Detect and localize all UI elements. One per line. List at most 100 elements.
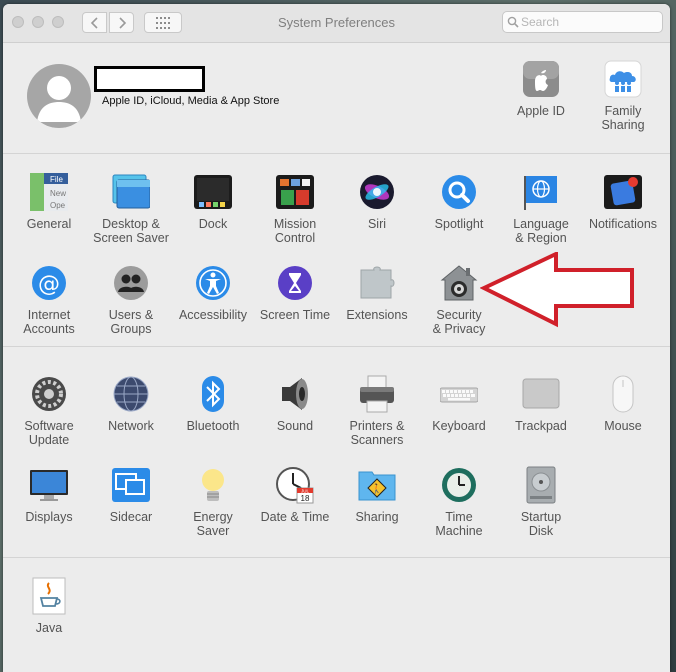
- network-icon: [112, 375, 150, 413]
- security-privacy-icon: [440, 264, 478, 302]
- search-input[interactable]: [521, 14, 656, 30]
- java-icon: [30, 577, 68, 615]
- pref-internet-accounts[interactable]: @ Internet Accounts: [8, 264, 90, 336]
- title-bar: System Preferences: [3, 4, 670, 43]
- pref-label: Family Sharing: [601, 104, 645, 132]
- pref-label: Notifications: [588, 217, 658, 231]
- notifications-icon: [604, 173, 642, 211]
- pref-label: Mission Control: [273, 217, 317, 245]
- sidecar-icon: [112, 466, 150, 504]
- pref-label: Software Update: [24, 419, 74, 447]
- general-file-text: File: [50, 175, 63, 184]
- pref-siri[interactable]: Siri: [336, 173, 418, 231]
- pref-label: Date & Time: [260, 510, 330, 524]
- pref-keyboard[interactable]: Keyboard: [418, 375, 500, 433]
- date-time-icon: JUL 18: [276, 466, 314, 504]
- pref-label: Mouse: [604, 419, 642, 433]
- pref-label: Displays: [25, 510, 73, 524]
- pref-startup-disk[interactable]: Startup Disk: [500, 466, 582, 538]
- pref-label: Users & Groups: [108, 308, 154, 336]
- section-divider: [3, 557, 670, 558]
- time-machine-icon: [440, 466, 478, 504]
- extensions-icon: [358, 264, 396, 302]
- pref-software-update[interactable]: Software Update: [8, 375, 90, 447]
- pref-label: Dock: [198, 217, 228, 231]
- mouse-icon: [604, 375, 642, 413]
- calendar-day-text: 18: [301, 494, 310, 503]
- printers-scanners-icon: [358, 375, 396, 413]
- pref-displays[interactable]: Displays: [8, 466, 90, 524]
- general-icon: File New Ope: [30, 173, 68, 211]
- sound-icon: [276, 375, 314, 413]
- pref-energy-saver[interactable]: Energy Saver: [172, 466, 254, 538]
- pref-label: Spotlight: [434, 217, 484, 231]
- pref-apple-id[interactable]: Apple ID: [500, 60, 582, 118]
- pref-sound[interactable]: Sound: [254, 375, 336, 433]
- pref-trackpad[interactable]: Trackpad: [500, 375, 582, 433]
- system-preferences-window: System Preferences Apple ID, iCloud, Med…: [3, 4, 670, 672]
- pref-label: Internet Accounts: [23, 308, 75, 336]
- pref-time-machine[interactable]: Time Machine: [418, 466, 500, 538]
- pref-dock[interactable]: Dock: [172, 173, 254, 231]
- energy-saver-icon: [194, 466, 232, 504]
- pref-extensions[interactable]: Extensions: [336, 264, 418, 322]
- startup-disk-icon: [522, 466, 560, 504]
- svg-text:@: @: [38, 272, 60, 297]
- mission-control-icon: [276, 173, 314, 211]
- pref-accessibility[interactable]: Accessibility: [172, 264, 254, 322]
- apple-id-icon: [522, 60, 560, 98]
- language-region-icon: [522, 173, 560, 211]
- pref-label: Java: [35, 621, 63, 635]
- pref-label: Apple ID: [517, 104, 565, 118]
- trackpad-icon: [522, 375, 560, 413]
- pref-language-region[interactable]: Language & Region: [500, 173, 582, 245]
- pref-label: Screen Time: [259, 308, 331, 322]
- siri-icon: [358, 173, 396, 211]
- desktop-screensaver-icon: [112, 173, 151, 211]
- software-update-icon: [30, 375, 68, 413]
- search-icon: [507, 16, 519, 28]
- pref-label: Siri: [367, 217, 387, 231]
- sharing-icon: 🚶: [358, 466, 396, 504]
- pref-sidecar[interactable]: Sidecar: [90, 466, 172, 524]
- pref-general[interactable]: File New Ope General: [8, 173, 90, 231]
- pref-label: Sharing: [355, 510, 399, 524]
- pref-notifications[interactable]: Notifications: [582, 173, 664, 231]
- pref-users-groups[interactable]: Users & Groups: [90, 264, 172, 336]
- pref-spotlight[interactable]: Spotlight: [418, 173, 500, 231]
- account-subtitle: Apple ID, iCloud, Media & App Store: [102, 95, 280, 107]
- screen-time-icon: [276, 264, 314, 302]
- calendar-month-text: JUL: [301, 489, 309, 494]
- pref-label: Desktop & Screen Saver: [93, 217, 169, 245]
- pref-label: Bluetooth: [186, 419, 240, 433]
- spotlight-icon: [440, 173, 478, 211]
- pref-mouse[interactable]: Mouse: [582, 375, 664, 433]
- family-sharing-icon: [604, 60, 642, 98]
- pref-family-sharing[interactable]: Family Sharing: [582, 60, 664, 132]
- search-field[interactable]: [502, 11, 663, 33]
- pref-label: Time Machine: [435, 510, 483, 538]
- pref-label: Trackpad: [515, 419, 567, 433]
- pref-label: Extensions: [346, 308, 408, 322]
- pref-label: Accessibility: [178, 308, 248, 322]
- annotation-arrow-icon: [480, 252, 634, 328]
- account-avatar[interactable]: [27, 64, 91, 128]
- pref-bluetooth[interactable]: Bluetooth: [172, 375, 254, 433]
- user-silhouette-icon: [37, 76, 81, 122]
- section-divider: [3, 346, 670, 347]
- pref-screen-time[interactable]: Screen Time: [254, 264, 336, 322]
- section-divider: [3, 153, 670, 154]
- pref-sharing[interactable]: 🚶 Sharing: [336, 466, 418, 524]
- pref-network[interactable]: Network: [90, 375, 172, 433]
- pref-desktop-screen-saver[interactable]: Desktop & Screen Saver: [90, 173, 172, 245]
- pref-mission-control[interactable]: Mission Control: [254, 173, 336, 245]
- pref-java[interactable]: Java: [8, 577, 90, 635]
- users-groups-icon: [112, 264, 150, 302]
- internet-accounts-icon: @: [30, 264, 68, 302]
- pref-label: Sidecar: [109, 510, 153, 524]
- displays-icon: [30, 466, 68, 504]
- pref-printers-scanners[interactable]: Printers & Scanners: [336, 375, 418, 447]
- pref-date-time[interactable]: JUL 18 Date & Time: [254, 466, 336, 524]
- pref-label: Startup Disk: [520, 510, 562, 538]
- pref-label: Printers & Scanners: [349, 419, 405, 447]
